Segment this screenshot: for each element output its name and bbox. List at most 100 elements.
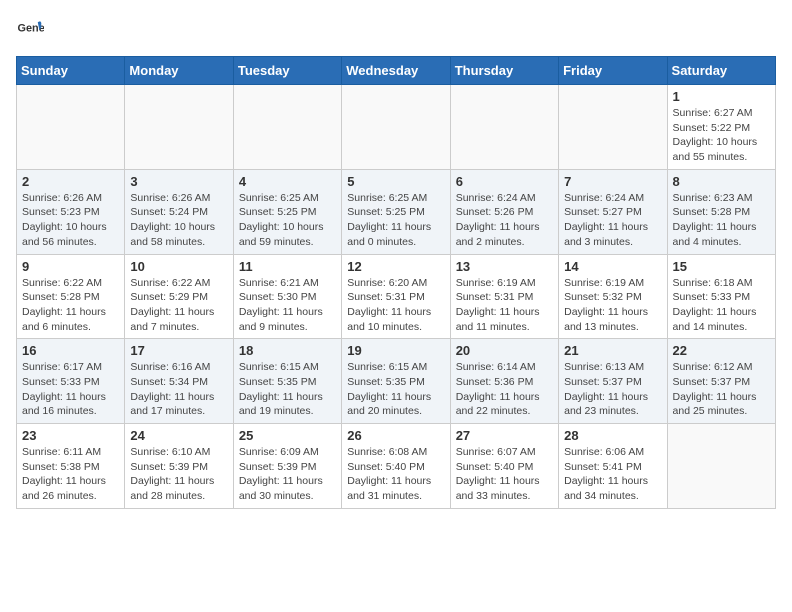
day-number: 17 (130, 343, 227, 358)
calendar-cell: 10Sunrise: 6:22 AM Sunset: 5:29 PM Dayli… (125, 254, 233, 339)
day-info: Sunrise: 6:11 AM Sunset: 5:38 PM Dayligh… (22, 445, 119, 504)
header: General (16, 16, 776, 44)
day-number: 1 (673, 89, 770, 104)
day-info: Sunrise: 6:24 AM Sunset: 5:26 PM Dayligh… (456, 191, 553, 250)
day-number: 3 (130, 174, 227, 189)
day-info: Sunrise: 6:20 AM Sunset: 5:31 PM Dayligh… (347, 276, 444, 335)
day-number: 12 (347, 259, 444, 274)
day-number: 2 (22, 174, 119, 189)
day-info: Sunrise: 6:23 AM Sunset: 5:28 PM Dayligh… (673, 191, 770, 250)
calendar-cell: 4 Sunrise: 6:25 AM Sunset: 5:25 PM Daylig… (233, 169, 341, 254)
day-info: Sunrise: 6:14 AM Sunset: 5:36 PM Dayligh… (456, 360, 553, 419)
day-number: 25 (239, 428, 336, 443)
calendar-week-row: 9 Sunrise: 6:22 AM Sunset: 5:28 PM Daylig… (17, 254, 776, 339)
calendar-cell: 16 Sunrise: 6:17 AM Sunset: 5:33 PM Dayli… (17, 339, 125, 424)
day-number: 20 (456, 343, 553, 358)
day-number: 19 (347, 343, 444, 358)
calendar-cell: 3 Sunrise: 6:26 AM Sunset: 5:24 PM Daylig… (125, 169, 233, 254)
logo: General (16, 16, 48, 44)
day-number: 18 (239, 343, 336, 358)
day-info: Sunrise: 6:25 AM Sunset: 5:25 PM Dayligh… (347, 191, 444, 250)
col-header-wednesday: Wednesday (342, 57, 450, 85)
calendar-cell (450, 85, 558, 170)
day-info: Sunrise: 6:09 AM Sunset: 5:39 PM Dayligh… (239, 445, 336, 504)
calendar-header-row: SundayMondayTuesdayWednesdayThursdayFrid… (17, 57, 776, 85)
calendar-week-row: 16 Sunrise: 6:17 AM Sunset: 5:33 PM Dayli… (17, 339, 776, 424)
col-header-friday: Friday (559, 57, 667, 85)
day-number: 14 (564, 259, 661, 274)
day-info: Sunrise: 6:08 AM Sunset: 5:40 PM Dayligh… (347, 445, 444, 504)
day-info: Sunrise: 6:22 AM Sunset: 5:28 PM Dayligh… (22, 276, 119, 335)
calendar-cell: 7 Sunrise: 6:24 AM Sunset: 5:27 PM Daylig… (559, 169, 667, 254)
calendar-cell: 17 Sunrise: 6:16 AM Sunset: 5:34 PM Dayli… (125, 339, 233, 424)
day-info: Sunrise: 6:15 AM Sunset: 5:35 PM Dayligh… (347, 360, 444, 419)
day-info: Sunrise: 6:13 AM Sunset: 5:37 PM Dayligh… (564, 360, 661, 419)
calendar-week-row: 23Sunrise: 6:11 AM Sunset: 5:38 PM Dayli… (17, 424, 776, 509)
col-header-tuesday: Tuesday (233, 57, 341, 85)
day-info: Sunrise: 6:12 AM Sunset: 5:37 PM Dayligh… (673, 360, 770, 419)
calendar-cell: 25 Sunrise: 6:09 AM Sunset: 5:39 PM Dayli… (233, 424, 341, 509)
calendar-cell: 15 Sunrise: 6:18 AM Sunset: 5:33 PM Dayli… (667, 254, 775, 339)
day-info: Sunrise: 6:15 AM Sunset: 5:35 PM Dayligh… (239, 360, 336, 419)
day-number: 15 (673, 259, 770, 274)
day-info: Sunrise: 6:19 AM Sunset: 5:31 PM Dayligh… (456, 276, 553, 335)
calendar-cell: 20 Sunrise: 6:14 AM Sunset: 5:36 PM Dayli… (450, 339, 558, 424)
calendar-cell: 23Sunrise: 6:11 AM Sunset: 5:38 PM Dayli… (17, 424, 125, 509)
col-header-monday: Monday (125, 57, 233, 85)
day-info: Sunrise: 6:26 AM Sunset: 5:23 PM Dayligh… (22, 191, 119, 250)
calendar-cell: 8 Sunrise: 6:23 AM Sunset: 5:28 PM Daylig… (667, 169, 775, 254)
calendar-week-row: 2 Sunrise: 6:26 AM Sunset: 5:23 PM Daylig… (17, 169, 776, 254)
day-number: 21 (564, 343, 661, 358)
day-info: Sunrise: 6:24 AM Sunset: 5:27 PM Dayligh… (564, 191, 661, 250)
calendar: SundayMondayTuesdayWednesdayThursdayFrid… (16, 56, 776, 509)
calendar-week-row: 1 Sunrise: 6:27 AM Sunset: 5:22 PM Daylig… (17, 85, 776, 170)
day-number: 8 (673, 174, 770, 189)
calendar-cell: 27 Sunrise: 6:07 AM Sunset: 5:40 PM Dayli… (450, 424, 558, 509)
calendar-cell (125, 85, 233, 170)
col-header-sunday: Sunday (17, 57, 125, 85)
day-info: Sunrise: 6:25 AM Sunset: 5:25 PM Dayligh… (239, 191, 336, 250)
calendar-cell (559, 85, 667, 170)
day-info: Sunrise: 6:19 AM Sunset: 5:32 PM Dayligh… (564, 276, 661, 335)
day-info: Sunrise: 6:17 AM Sunset: 5:33 PM Dayligh… (22, 360, 119, 419)
day-number: 28 (564, 428, 661, 443)
day-info: Sunrise: 6:21 AM Sunset: 5:30 PM Dayligh… (239, 276, 336, 335)
calendar-cell (233, 85, 341, 170)
calendar-cell: 18 Sunrise: 6:15 AM Sunset: 5:35 PM Dayli… (233, 339, 341, 424)
day-info: Sunrise: 6:16 AM Sunset: 5:34 PM Dayligh… (130, 360, 227, 419)
calendar-cell: 28 Sunrise: 6:06 AM Sunset: 5:41 PM Dayli… (559, 424, 667, 509)
day-number: 16 (22, 343, 119, 358)
calendar-cell: 5 Sunrise: 6:25 AM Sunset: 5:25 PM Daylig… (342, 169, 450, 254)
calendar-cell (17, 85, 125, 170)
day-number: 9 (22, 259, 119, 274)
calendar-cell: 11 Sunrise: 6:21 AM Sunset: 5:30 PM Dayli… (233, 254, 341, 339)
day-number: 11 (239, 259, 336, 274)
day-number: 24 (130, 428, 227, 443)
calendar-cell (342, 85, 450, 170)
calendar-cell: 21 Sunrise: 6:13 AM Sunset: 5:37 PM Dayli… (559, 339, 667, 424)
calendar-cell: 2 Sunrise: 6:26 AM Sunset: 5:23 PM Daylig… (17, 169, 125, 254)
calendar-cell: 9 Sunrise: 6:22 AM Sunset: 5:28 PM Daylig… (17, 254, 125, 339)
calendar-cell: 22 Sunrise: 6:12 AM Sunset: 5:37 PM Dayli… (667, 339, 775, 424)
calendar-cell: 26Sunrise: 6:08 AM Sunset: 5:40 PM Dayli… (342, 424, 450, 509)
day-info: Sunrise: 6:07 AM Sunset: 5:40 PM Dayligh… (456, 445, 553, 504)
day-info: Sunrise: 6:18 AM Sunset: 5:33 PM Dayligh… (673, 276, 770, 335)
day-number: 7 (564, 174, 661, 189)
day-info: Sunrise: 6:06 AM Sunset: 5:41 PM Dayligh… (564, 445, 661, 504)
calendar-cell: 19 Sunrise: 6:15 AM Sunset: 5:35 PM Dayli… (342, 339, 450, 424)
day-number: 5 (347, 174, 444, 189)
day-number: 13 (456, 259, 553, 274)
day-number: 4 (239, 174, 336, 189)
col-header-saturday: Saturday (667, 57, 775, 85)
day-info: Sunrise: 6:26 AM Sunset: 5:24 PM Dayligh… (130, 191, 227, 250)
day-number: 22 (673, 343, 770, 358)
day-number: 10 (130, 259, 227, 274)
calendar-cell: 1 Sunrise: 6:27 AM Sunset: 5:22 PM Daylig… (667, 85, 775, 170)
day-number: 27 (456, 428, 553, 443)
col-header-thursday: Thursday (450, 57, 558, 85)
calendar-cell: 14 Sunrise: 6:19 AM Sunset: 5:32 PM Dayli… (559, 254, 667, 339)
day-info: Sunrise: 6:27 AM Sunset: 5:22 PM Dayligh… (673, 106, 770, 165)
day-number: 6 (456, 174, 553, 189)
calendar-cell: 24Sunrise: 6:10 AM Sunset: 5:39 PM Dayli… (125, 424, 233, 509)
calendar-cell: 6 Sunrise: 6:24 AM Sunset: 5:26 PM Daylig… (450, 169, 558, 254)
